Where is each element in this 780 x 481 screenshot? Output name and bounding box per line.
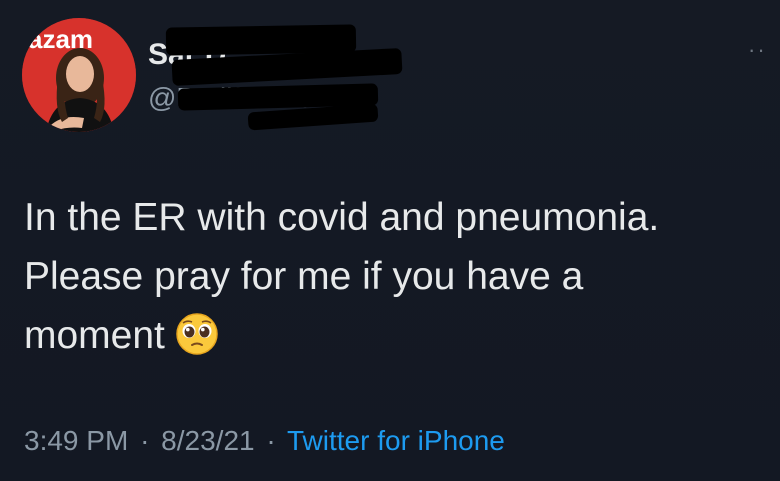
- tweet-text-line-content: moment: [24, 314, 165, 357]
- avatar[interactable]: azam: [22, 18, 136, 132]
- tweet-time[interactable]: 3:49 PM: [24, 425, 128, 456]
- tweet-text-line: In the ER with covid and pneumonia.: [24, 196, 660, 239]
- meta-separator: ·: [140, 425, 150, 456]
- tweet-date[interactable]: 8/23/21: [161, 425, 254, 456]
- meta-separator: ·: [266, 425, 276, 456]
- avatar-photo: azam: [22, 18, 136, 132]
- author-info: Sar D. @ProlifeSara: [148, 24, 408, 131]
- tweet-source-link[interactable]: Twitter for iPhone: [287, 425, 505, 456]
- tweet-text-line-last: moment: [24, 306, 780, 365]
- pleading-face-icon: [175, 312, 219, 356]
- tweet-meta: 3:49 PM · 8/23/21 · Twitter for iPhone: [24, 425, 505, 457]
- tweet-text-line: Please pray for me if you have a: [24, 255, 584, 298]
- tweet-card: azam Sar D. @ProlifeSara ·· In the ER wi…: [0, 0, 780, 481]
- more-options-icon[interactable]: ··: [748, 39, 772, 61]
- tweet-text: In the ER with covid and pneumonia. Plea…: [24, 188, 780, 365]
